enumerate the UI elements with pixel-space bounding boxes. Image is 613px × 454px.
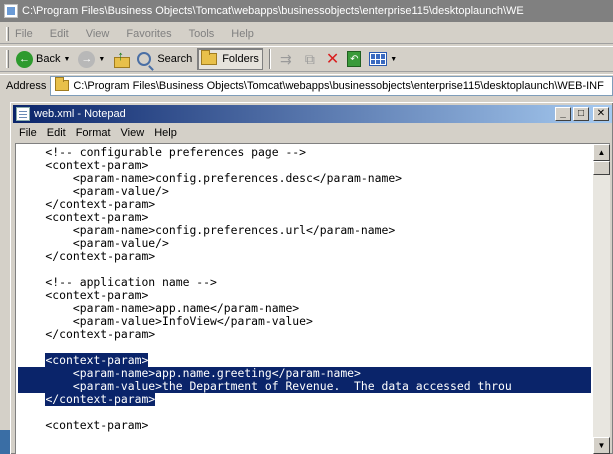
notepad-title-bar[interactable]: web.xml - Notepad _ □ ✕ <box>13 105 612 123</box>
forward-button[interactable]: → ▼ <box>75 48 108 70</box>
line-text: <context-param> <box>18 210 149 224</box>
forward-arrow-icon: → <box>78 50 96 68</box>
menu-file[interactable]: File <box>15 28 33 40</box>
move-to-button[interactable]: ⇉ <box>275 48 297 70</box>
up-folder-button[interactable] <box>110 48 132 70</box>
delete-icon: ✕ <box>325 51 340 68</box>
up-folder-icon <box>113 48 131 68</box>
search-button[interactable]: Search <box>134 48 195 70</box>
editor-line[interactable]: </context-param> <box>18 328 591 341</box>
back-button[interactable]: ← Back ▼ <box>13 48 73 70</box>
toolbar-grip[interactable] <box>6 50 9 68</box>
address-value[interactable]: C:\Program Files\Business Objects\Tomcat… <box>73 80 603 92</box>
editor-text-area[interactable]: <!-- configurable preferences page --> <… <box>18 146 591 452</box>
undo-icon: ↶ <box>347 51 362 67</box>
selected-text[interactable]: </context-param> <box>45 392 156 406</box>
editor-line[interactable]: <context-param> <box>18 419 591 432</box>
notepad-window: web.xml - Notepad _ □ ✕ File Edit Format… <box>10 102 613 454</box>
address-folder-icon <box>55 77 70 91</box>
back-arrow-icon: ← <box>16 50 33 68</box>
line-text: </context-param> <box>18 197 156 211</box>
line-text: </context-param> <box>18 249 156 263</box>
close-button[interactable]: ✕ <box>593 107 609 121</box>
folder-window-icon <box>4 4 18 18</box>
search-icon <box>137 52 152 66</box>
line-text: <param-value>InfoView</param-value> <box>18 314 313 328</box>
explorer-toolbar: ← Back ▼ → ▼ Search Folders ⇉ ⧉ ✕ <box>0 46 613 72</box>
views-button[interactable]: ▼ <box>366 48 400 70</box>
line-text: <param-value/> <box>18 236 169 250</box>
menu-tools[interactable]: Tools <box>189 28 215 40</box>
folders-button[interactable]: Folders <box>197 48 263 70</box>
notepad-icon[interactable] <box>16 107 30 121</box>
address-input[interactable]: C:\Program Files\Business Objects\Tomcat… <box>50 75 613 96</box>
line-text: </context-param> <box>18 327 156 341</box>
desktop-strip <box>0 430 10 454</box>
explorer-title-bar: C:\Program Files\Business Objects\Tomcat… <box>0 0 613 22</box>
editor-line[interactable]: </context-param> <box>18 392 591 406</box>
minimize-button[interactable]: _ <box>555 107 571 121</box>
line-text: <param-name>config.preferences.url</para… <box>18 223 396 237</box>
np-menu-help[interactable]: Help <box>154 127 177 139</box>
views-dropdown-icon[interactable]: ▼ <box>390 56 397 63</box>
line-text: <!-- application name --> <box>18 275 217 289</box>
line-text: <context-param> <box>18 418 149 432</box>
maximize-button[interactable]: □ <box>573 107 589 121</box>
back-label: Back <box>36 53 61 65</box>
line-text: <context-param> <box>18 158 149 172</box>
search-label: Search <box>157 53 193 65</box>
scroll-down-icon[interactable]: ▼ <box>593 437 610 454</box>
views-icon <box>369 52 388 66</box>
text-editor[interactable]: <!-- configurable preferences page --> <… <box>15 143 610 454</box>
undo-button[interactable]: ↶ <box>344 48 364 70</box>
copy-to-icon: ⧉ <box>304 50 315 67</box>
np-menu-view[interactable]: View <box>121 127 145 139</box>
np-menu-edit[interactable]: Edit <box>47 127 66 139</box>
line-text: <param-value/> <box>18 184 169 198</box>
toolbar-separator <box>268 49 271 69</box>
copy-to-button[interactable]: ⧉ <box>299 48 321 70</box>
line-text: <context-param> <box>18 288 149 302</box>
notepad-title: web.xml - Notepad <box>34 108 126 120</box>
back-dropdown-icon[interactable]: ▼ <box>63 56 70 63</box>
menu-help[interactable]: Help <box>231 28 254 40</box>
line-text: <param-name>app.name</param-name> <box>18 301 300 315</box>
editor-line[interactable]: </context-param> <box>18 250 591 263</box>
np-menu-file[interactable]: File <box>19 127 37 139</box>
menu-edit[interactable]: Edit <box>50 28 69 40</box>
move-to-icon: ⇉ <box>280 50 292 67</box>
address-label: Address <box>6 79 47 92</box>
forward-dropdown-icon[interactable]: ▼ <box>98 56 105 63</box>
address-bar: Address C:\Program Files\Business Object… <box>0 74 613 96</box>
menu-grip[interactable] <box>6 26 9 41</box>
menu-favorites[interactable]: Favorites <box>126 28 171 40</box>
menu-view[interactable]: View <box>86 28 110 40</box>
np-menu-format[interactable]: Format <box>76 127 111 139</box>
folders-label: Folders <box>222 53 259 65</box>
selected-text[interactable]: <context-param> <box>45 353 149 367</box>
scroll-up-icon[interactable]: ▲ <box>593 144 610 161</box>
folders-icon <box>201 50 218 65</box>
notepad-menu-bar: File Edit Format View Help <box>13 124 612 142</box>
explorer-menu-bar: File Edit View Favorites Tools Help <box>0 24 613 44</box>
scroll-thumb[interactable] <box>593 161 610 175</box>
delete-button[interactable]: ✕ <box>323 48 342 70</box>
line-text: <param-name>config.preferences.desc</par… <box>18 171 403 185</box>
explorer-title: C:\Program Files\Business Objects\Tomcat… <box>22 5 524 17</box>
vertical-scrollbar[interactable]: ▲ ▼ <box>593 144 610 454</box>
